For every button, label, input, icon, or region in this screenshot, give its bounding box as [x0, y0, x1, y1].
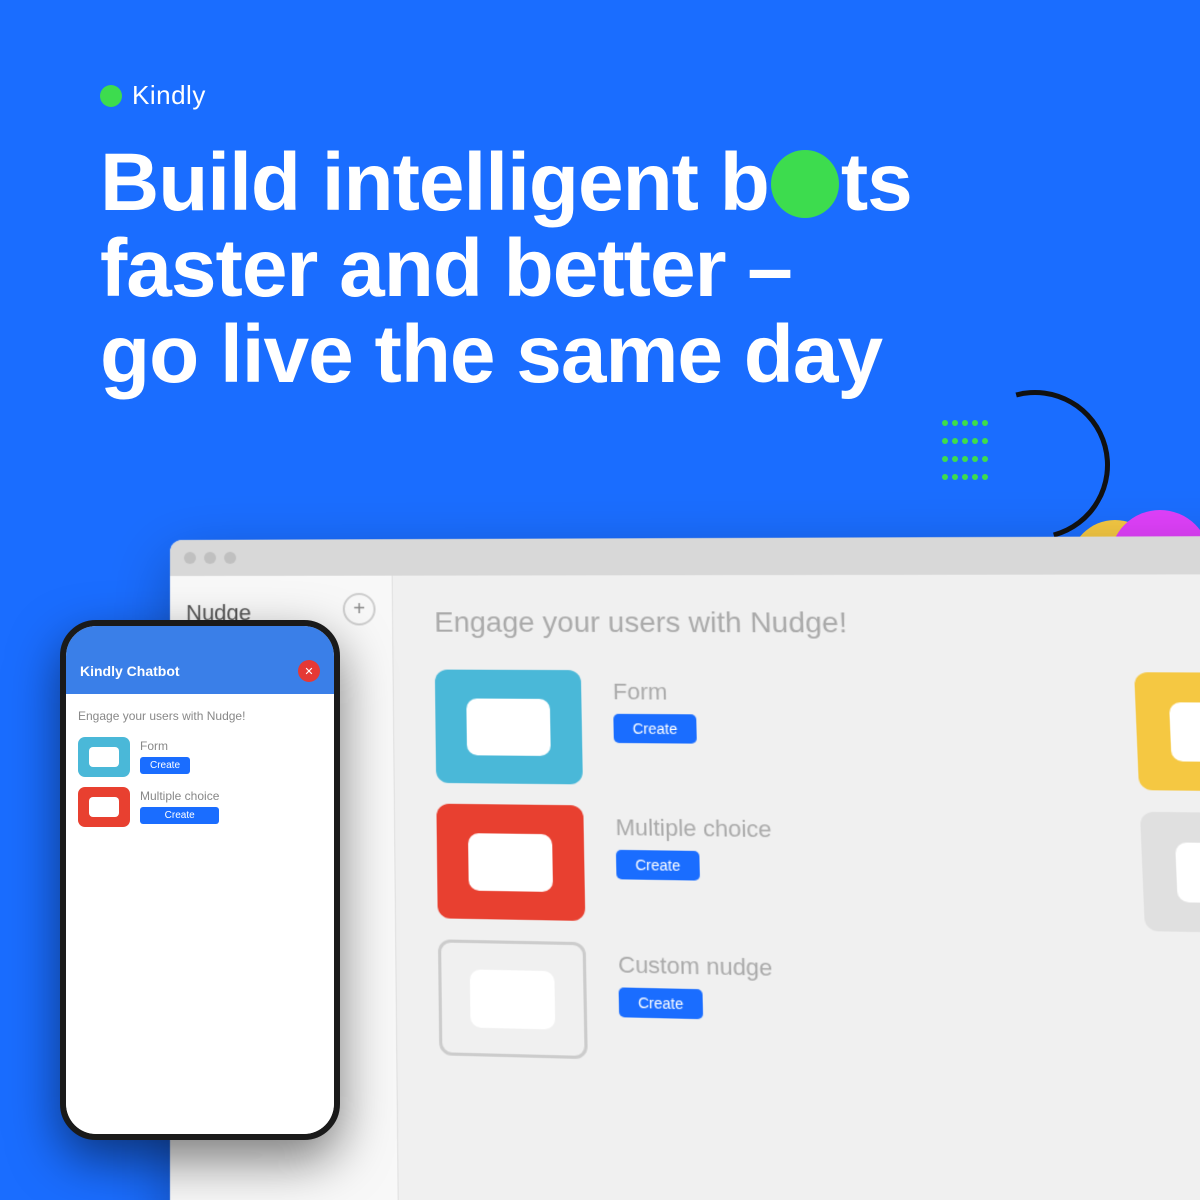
chat-close-button[interactable]: ✕ — [298, 660, 320, 682]
chat-tagline: Engage your users with Nudge! — [78, 708, 322, 725]
background: Kindly Build intelligent bts faster and … — [0, 0, 1200, 1200]
form-card — [435, 670, 583, 785]
lightgray-card — [1140, 812, 1200, 934]
phone-form-thumb — [78, 737, 130, 777]
green-o-dot — [771, 150, 839, 218]
hero-section: Build intelligent bts faster and better … — [100, 140, 1000, 398]
yellow-card — [1134, 672, 1200, 792]
nudge-grid: Form Create Multiple choice Create — [435, 670, 1200, 1078]
phone-form-info: Form Create — [140, 739, 190, 774]
phone-multiple-choice-create-button[interactable]: Create — [140, 807, 219, 824]
yellow-card-inner — [1169, 702, 1200, 762]
panel-dot-1 — [184, 552, 196, 564]
chat-title: Kindly Chatbot — [80, 663, 180, 679]
phone-mockup: Kindly Chatbot ✕ Engage your users with … — [60, 620, 340, 1140]
phone-multiple-choice-thumb-inner — [89, 797, 119, 817]
chat-body: Engage your users with Nudge! Form Creat… — [66, 694, 334, 1134]
multiple-choice-create-button[interactable]: Create — [616, 850, 700, 881]
phone-nudge-list: Form Create Multiple choice Create — [78, 737, 322, 827]
phone-form-thumb-inner — [89, 747, 119, 767]
form-info: Form Create — [612, 670, 1103, 747]
custom-nudge-label: Custom nudge — [618, 951, 1114, 989]
lightgray-card-inner — [1175, 842, 1200, 903]
panel-dot-2 — [204, 552, 216, 564]
phone-nudge-row-form: Form Create — [78, 737, 322, 777]
phone-form-create-button[interactable]: Create — [140, 757, 190, 774]
logo-dot — [100, 85, 122, 107]
phone-multiple-choice-label: Multiple choice — [140, 789, 219, 803]
multiple-choice-card — [436, 804, 585, 921]
phone-nudge-row-multiple: Multiple choice Create — [78, 787, 322, 827]
multiple-choice-label: Multiple choice — [615, 814, 1107, 848]
close-icon: ✕ — [304, 665, 313, 678]
chat-header: Kindly Chatbot ✕ — [66, 626, 334, 694]
brand-name: Kindly — [132, 80, 206, 111]
phone-multiple-choice-thumb — [78, 787, 130, 827]
phone-multiple-choice-info: Multiple choice Create — [140, 789, 219, 824]
panel-main: Engage your users with Nudge! Form Creat… — [393, 574, 1200, 1200]
custom-nudge-create-button[interactable]: Create — [619, 987, 704, 1019]
phone-screen: Kindly Chatbot ✕ Engage your users with … — [66, 626, 334, 1134]
panel-main-title: Engage your users with Nudge! — [434, 606, 1200, 640]
form-card-inner — [466, 698, 550, 756]
custom-nudge-card-inner — [470, 969, 556, 1029]
hero-title: Build intelligent bts faster and better … — [100, 140, 1000, 398]
header: Kindly — [100, 80, 206, 111]
sidebar-add-button[interactable]: + — [343, 593, 376, 626]
panel-dot-3 — [224, 552, 236, 564]
multiple-choice-card-inner — [468, 833, 553, 892]
phone-form-label: Form — [140, 739, 190, 753]
multiple-choice-info: Multiple choice Create — [615, 806, 1109, 887]
custom-nudge-card — [438, 939, 588, 1059]
form-label: Form — [613, 679, 1102, 709]
panel-header-bar — [170, 536, 1200, 576]
custom-nudge-info: Custom nudge Create — [618, 943, 1115, 1029]
form-create-button[interactable]: Create — [613, 714, 697, 744]
